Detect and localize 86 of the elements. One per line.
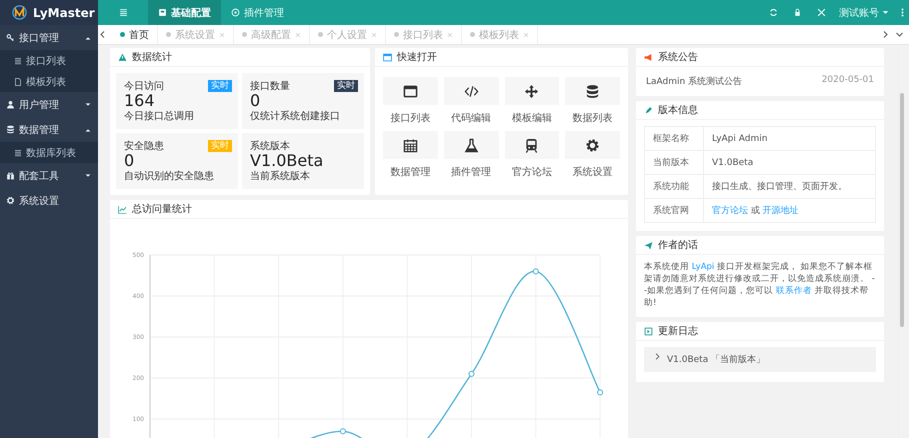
flask-icon <box>464 138 479 152</box>
status-badge: 实时 <box>334 80 358 92</box>
stat-description: 当前系统版本 <box>250 170 311 183</box>
panel-title: 快速打开 <box>397 50 437 64</box>
megaphone-icon <box>644 52 653 62</box>
caret-icon <box>654 353 661 360</box>
key-icon <box>6 33 15 42</box>
panel-title: 数据统计 <box>132 50 172 64</box>
close-icon[interactable] <box>447 32 453 38</box>
sidebar-item[interactable]: 数据库列表 <box>0 142 98 163</box>
stat-title: 安全隐患 <box>124 140 164 153</box>
card-icon <box>158 8 167 17</box>
data-point <box>468 370 474 377</box>
panel-title: 总访问量统计 <box>132 202 192 216</box>
list-icon <box>118 8 128 17</box>
log-icon <box>644 326 653 336</box>
close-icon[interactable] <box>523 32 529 38</box>
window-icon <box>402 84 418 98</box>
table-cell: 系统官网 <box>644 198 704 222</box>
panel-title: 系统公告 <box>658 50 698 64</box>
stat-value: 164 <box>124 93 156 109</box>
caret-icon <box>84 100 92 108</box>
table-cell: 系统功能 <box>644 174 704 198</box>
caret-icon <box>882 9 889 16</box>
gear-icon <box>6 196 15 205</box>
table-cell: 官方论坛 或 开源地址 <box>704 198 876 222</box>
data-point <box>597 389 604 396</box>
warning-icon <box>118 52 127 62</box>
chart-icon <box>118 204 127 214</box>
notice-link[interactable]: LaAdmin 系统测试公告 <box>646 75 742 88</box>
sidebar-item[interactable]: 配套工具 <box>0 163 98 188</box>
logo-icon <box>12 5 27 20</box>
page-tab[interactable]: 首页 <box>112 25 158 44</box>
database-icon <box>585 84 600 98</box>
plane-icon <box>644 240 653 250</box>
sidebar-item[interactable]: 系统设置 <box>0 188 98 213</box>
train-icon <box>524 138 540 152</box>
logo-text: LyMaster <box>33 6 95 20</box>
document-icon <box>14 78 22 86</box>
table-cell: V1.0Beta <box>704 150 876 174</box>
pen-icon <box>644 106 653 114</box>
code-icon <box>464 84 479 98</box>
window-icon <box>383 52 392 62</box>
sidebar-item[interactable]: 接口列表 <box>0 50 98 71</box>
stat-value: 0 <box>250 93 262 109</box>
author-message: 本系统使用 LyApi 接口开发框架完成， 如果您不了解本框架请勿随意对系统进行修改或二开，以免造成系统崩溃。 --如果您遇到了任何问题，您可以 联系作者 并取得技术帮助! <box>643 260 876 310</box>
list-icon <box>14 148 22 156</box>
circle-icon <box>231 8 240 17</box>
table-cell: 当前版本 <box>644 150 704 174</box>
changelog-entry[interactable]: V1.0Beta 「当前版本」 <box>644 347 876 372</box>
notice-date: 2020-05-01 <box>822 75 874 87</box>
gear-icon <box>585 138 600 152</box>
stat-value: 0 <box>124 153 136 169</box>
scrollbar[interactable] <box>898 48 905 438</box>
stat-description: 仅统计系统创建接口 <box>250 110 341 123</box>
status-badge: 实时 <box>208 140 232 152</box>
table-cell: LyApi Admin <box>704 126 876 150</box>
table-cell: 接口生成、接口管理、页面开发。 <box>704 174 876 198</box>
sidebar-item[interactable]: 用户管理 <box>0 92 98 117</box>
caret-icon <box>84 172 92 180</box>
table-cell: 框架名称 <box>644 126 704 150</box>
sidebar-item[interactable]: 接口管理 <box>0 25 98 50</box>
close-icon[interactable] <box>371 32 377 38</box>
panel-title: 作者的话 <box>658 238 698 252</box>
list-icon <box>14 56 22 64</box>
stat-title: 系统版本 <box>250 140 290 153</box>
panel-title: 更新日志 <box>658 324 698 338</box>
close-icon[interactable] <box>295 32 301 38</box>
sidebar-item[interactable]: 数据管理 <box>0 117 98 142</box>
gift-icon <box>6 171 15 180</box>
close-icon[interactable] <box>219 32 225 38</box>
calendar-icon <box>402 138 418 152</box>
panel-title: 版本信息 <box>658 104 698 117</box>
stat-title: 接口数量 <box>250 80 290 93</box>
stat-description: 今日接口总调用 <box>124 110 195 123</box>
move-arrows-icon <box>524 84 540 98</box>
data-point <box>532 268 539 274</box>
status-badge: 实时 <box>208 80 232 92</box>
stat-title: 今日访问 <box>124 80 164 93</box>
stat-description: 自动识别的安全隐患 <box>124 170 215 183</box>
user-icon <box>6 100 15 109</box>
top-tab[interactable]: 基础配置 <box>148 0 221 25</box>
sidebar-item[interactable]: 模板列表 <box>0 71 98 92</box>
data-point <box>340 428 346 434</box>
database-icon <box>6 125 15 134</box>
stat-value: V1.0Beta <box>250 153 324 169</box>
